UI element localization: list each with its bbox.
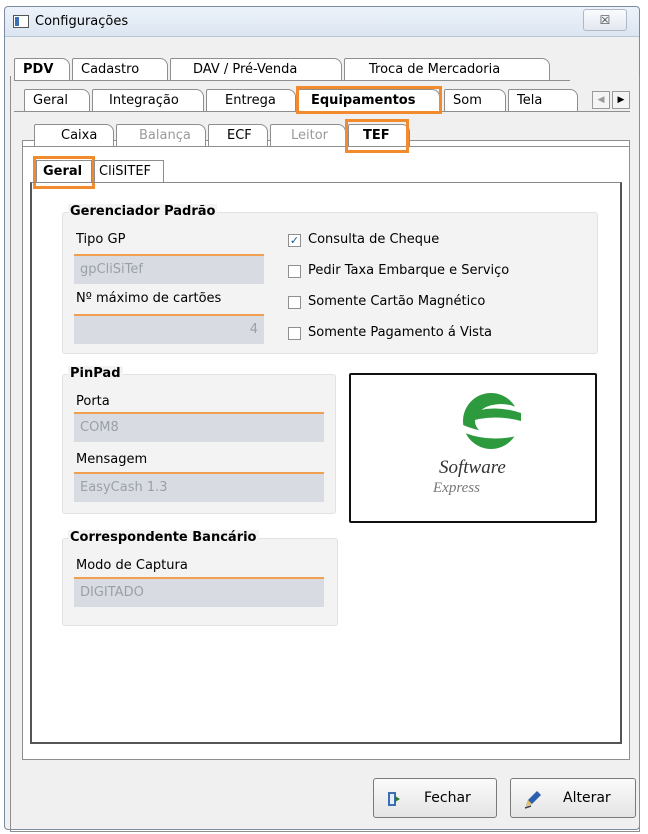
pencil-edit-icon <box>524 791 541 809</box>
tab-ecf[interactable]: ECF <box>208 124 268 146</box>
porta-label: Porta <box>76 394 110 409</box>
somente-cartao-magnetico-label: Somente Cartão Magnético <box>308 294 486 309</box>
alterar-label: Alterar <box>563 790 611 806</box>
tipo-gp-label: Tipo GP <box>76 232 126 247</box>
logo-software-text: Software <box>439 457 506 478</box>
mensagem-field[interactable]: EasyCash 1.3 <box>74 472 324 502</box>
consulta-cheque-label: Consulta de Cheque <box>308 232 440 247</box>
exit-door-icon <box>388 792 400 806</box>
logo-express-text: Express <box>432 480 480 496</box>
pedir-taxa-label: Pedir Taxa Embarque e Serviço <box>308 263 510 278</box>
somente-cartao-magnetico-checkbox[interactable] <box>288 296 301 309</box>
tipo-gp-field[interactable]: gpCliSiTef <box>74 254 264 284</box>
consulta-cheque-checkbox[interactable]: ✓ <box>288 234 301 247</box>
max-cartoes-label: Nº máximo de cartões <box>76 291 222 306</box>
alterar-button[interactable]: Alterar <box>510 778 636 818</box>
software-express-logo-icon: Software Express <box>432 393 527 496</box>
gerenciador-padrao-title: Gerenciador Padrão <box>68 204 218 219</box>
porta-field[interactable]: COM8 <box>74 412 324 442</box>
tab-leitor[interactable]: Leitor <box>270 124 346 146</box>
pinpad-title: PinPad <box>68 366 123 381</box>
window-title: Configurações <box>35 14 129 29</box>
tabrow3-baseline <box>22 146 630 147</box>
somente-pagamento-vista-checkbox[interactable] <box>288 327 301 340</box>
max-cartoes-field[interactable]: 4 <box>74 314 264 344</box>
close-button[interactable]: ☒ <box>583 9 627 31</box>
tab-balanca[interactable]: Balança <box>116 124 206 146</box>
title-bar: Configurações ☒ <box>5 7 639 37</box>
correspondente-bancario-title: Correspondente Bancário <box>68 530 259 545</box>
modo-captura-field[interactable]: DIGITADO <box>74 577 324 607</box>
mensagem-label: Mensagem <box>76 452 148 467</box>
tab-caixa[interactable]: Caixa <box>34 124 114 146</box>
modo-captura-label: Modo de Captura <box>76 558 188 573</box>
tab-clisitef[interactable]: CliSITEF <box>94 160 164 182</box>
fechar-button[interactable]: Fechar <box>373 778 497 818</box>
fechar-label: Fechar <box>424 790 471 806</box>
pedir-taxa-checkbox[interactable] <box>288 265 301 278</box>
highlight-tef <box>345 119 409 153</box>
software-express-logo: Software Express <box>349 373 597 523</box>
app-window-icon <box>13 15 29 28</box>
somente-pagamento-vista-label: Somente Pagamento á Vista <box>308 325 493 340</box>
